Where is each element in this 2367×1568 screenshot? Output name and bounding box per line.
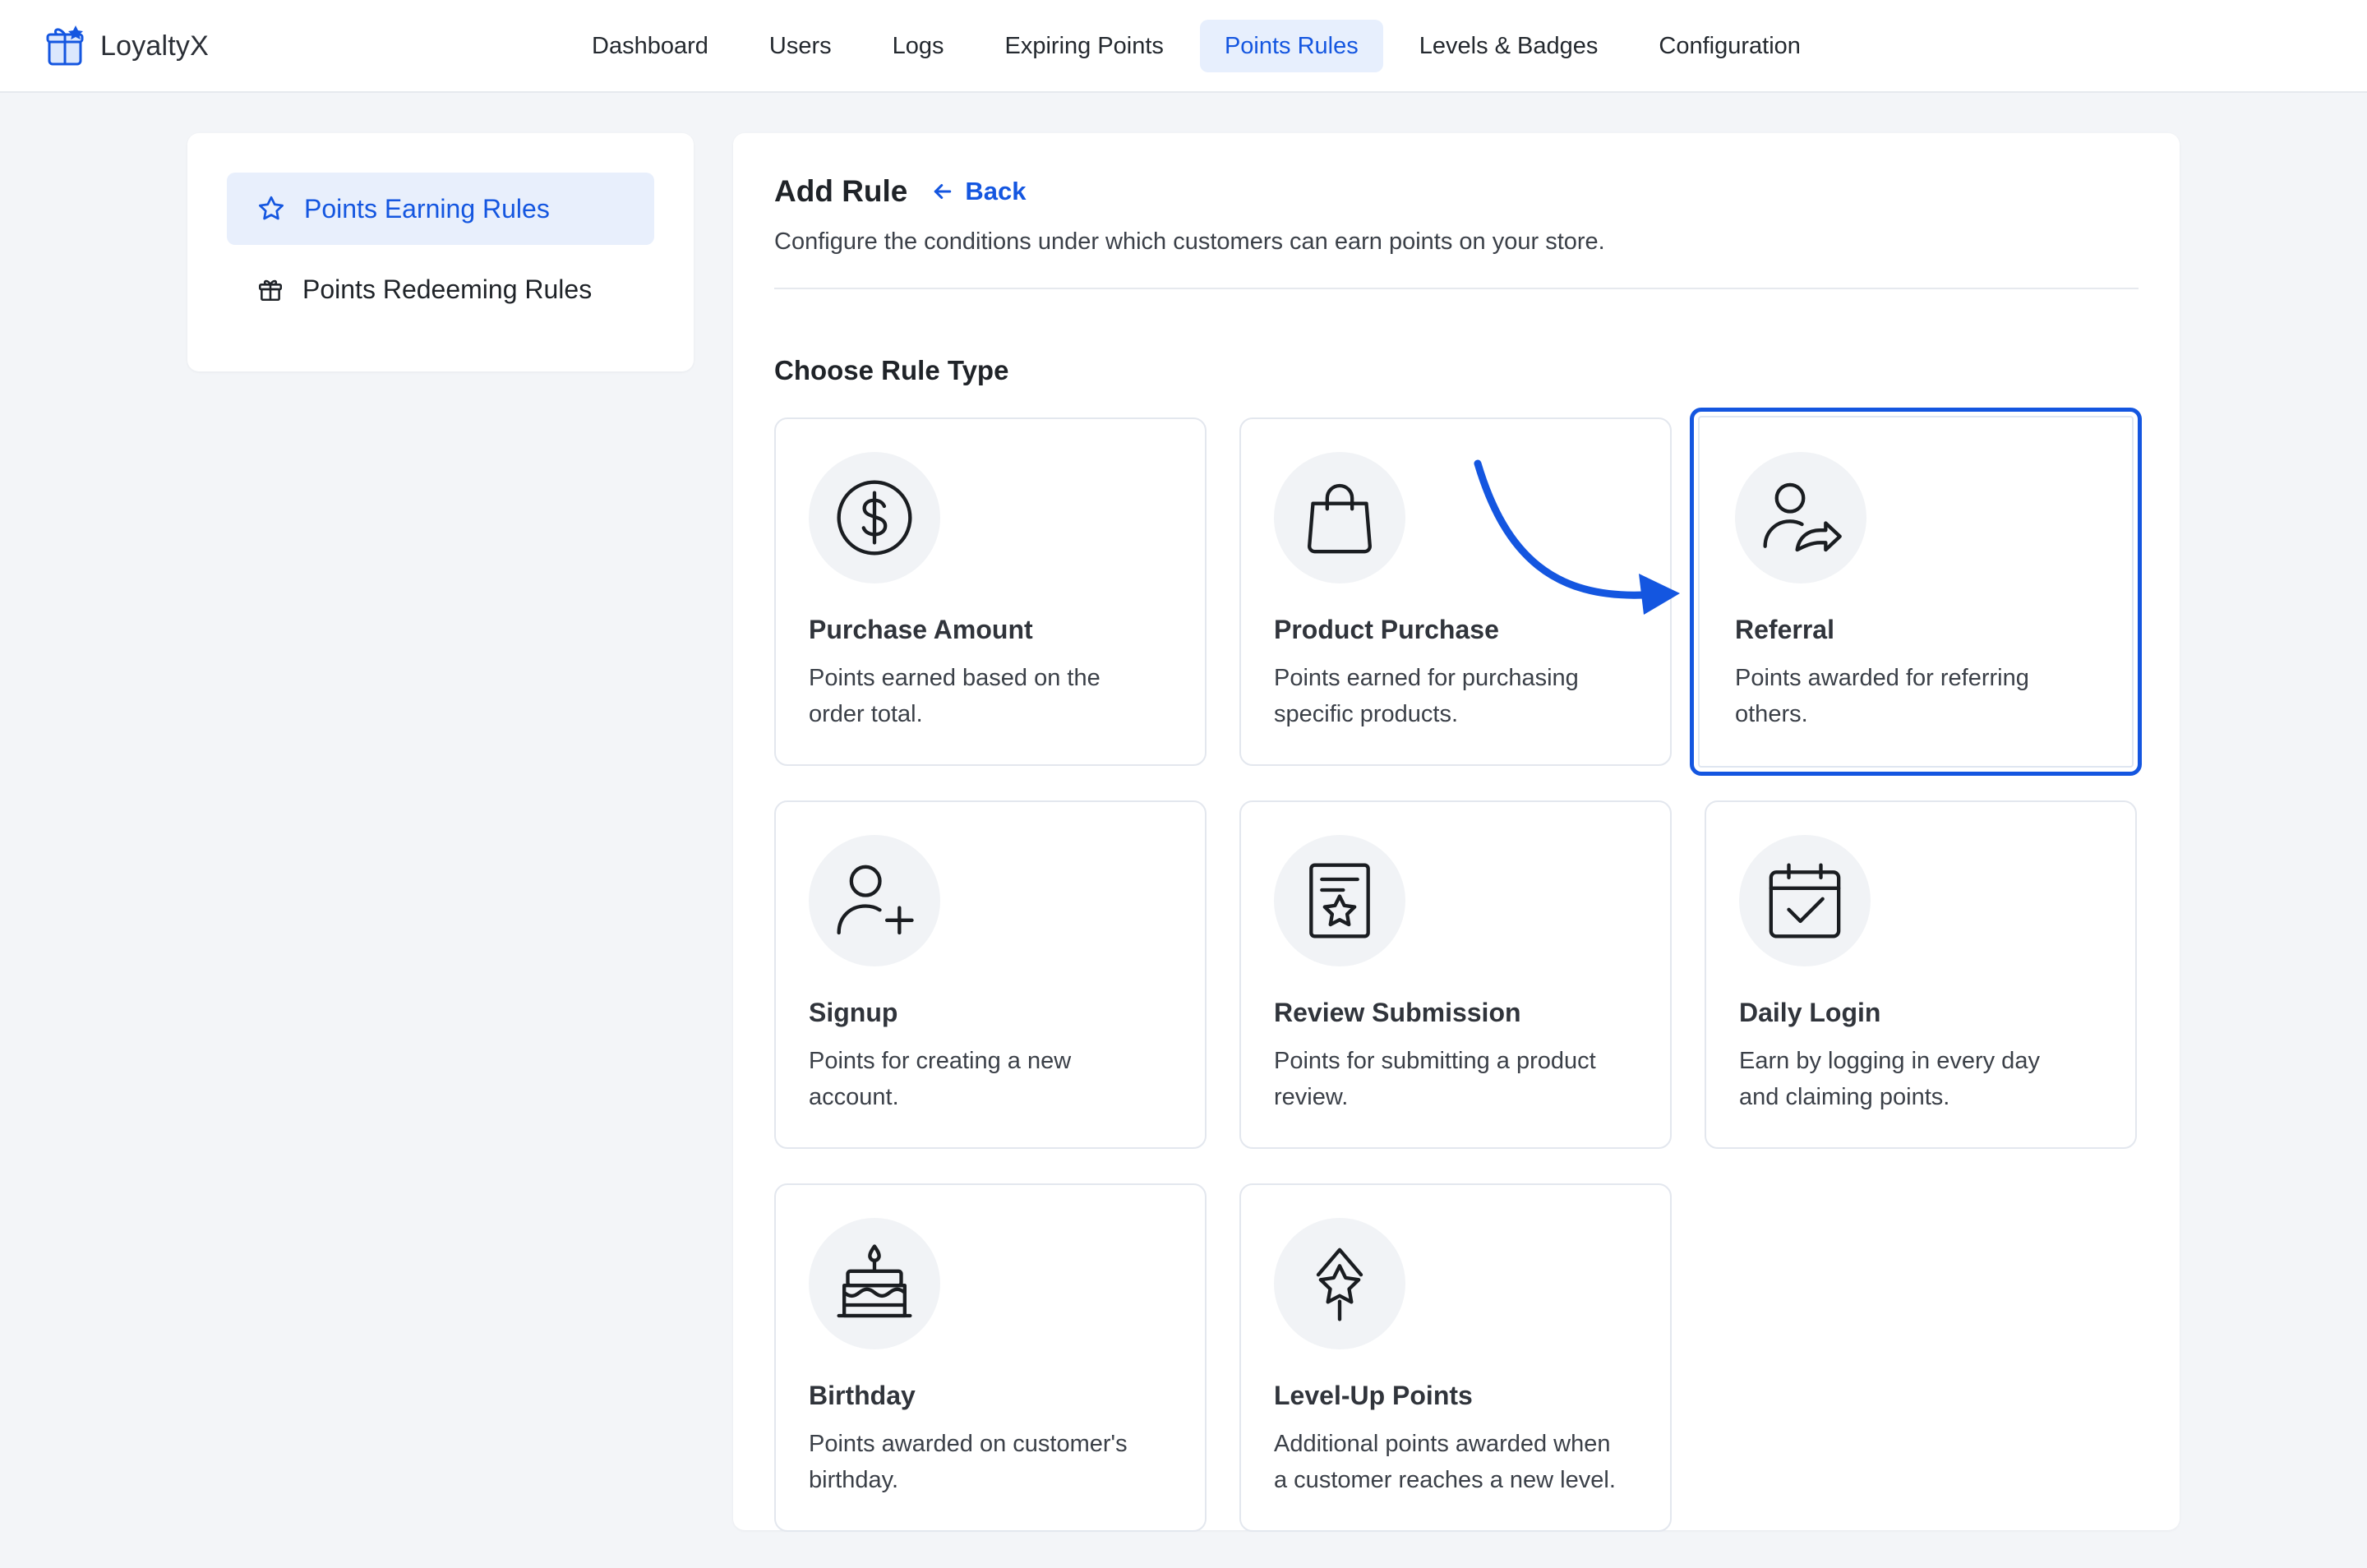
back-label: Back	[965, 177, 1027, 205]
review-star-icon	[1309, 863, 1370, 938]
rule-card-description: Earn by logging in every day and claimin…	[1739, 1048, 2040, 1110]
star-icon	[259, 196, 284, 220]
gift-logo-icon	[46, 25, 84, 66]
rule-card-title: Review Submission	[1274, 998, 1521, 1027]
panel-header: Add Rule Back Configure the conditions u…	[774, 171, 2139, 256]
gift-icon	[258, 279, 283, 302]
section-title: Choose Rule Type	[774, 355, 1009, 385]
sidebar-item-label: Points Earning Rules	[304, 193, 550, 224]
nav-users[interactable]: Users	[745, 20, 856, 72]
sidebar-item-label: Points Redeeming Rules	[302, 274, 593, 304]
icon-badge	[809, 1218, 940, 1349]
level-up-star-icon	[1316, 1247, 1363, 1321]
nav-points-rules[interactable]: Points Rules	[1199, 20, 1383, 72]
nav-expiring-points[interactable]: Expiring Points	[980, 20, 1188, 72]
icon-badge	[809, 835, 940, 966]
rule-card-description: Points earned based on the order total.	[809, 665, 1100, 727]
brand-name: LoyaltyX	[100, 30, 210, 62]
rule-card-description: Points earned for purchasing specific pr…	[1274, 665, 1579, 727]
nav-levels-badges[interactable]: Levels & Badges	[1395, 20, 1623, 72]
rule-card-description: Additional points awarded when a custome…	[1274, 1431, 1616, 1493]
top-navigation-bar: LoyaltyX Dashboard Users Logs Expiring P…	[0, 0, 2367, 93]
rule-card-title: Purchase Amount	[809, 615, 1033, 644]
sidebar-item-points-redeeming-rules[interactable]: Points Redeeming Rules	[227, 253, 654, 325]
rule-card-title: Signup	[809, 998, 898, 1027]
rule-card-title: Referral	[1735, 615, 1834, 644]
birthday-cake-icon	[837, 1244, 912, 1318]
user-plus-icon	[837, 865, 914, 935]
rule-card-referral[interactable]: Referral Points awarded for referring ot…	[1690, 408, 2142, 776]
shopping-bag-icon	[1308, 483, 1372, 554]
main-nav: Dashboard Users Logs Expiring Points Poi…	[567, 20, 1825, 72]
rule-card-title: Product Purchase	[1274, 615, 1499, 644]
rules-sidebar: Points Earning Rules Points Redeeming Ru…	[187, 133, 694, 371]
rule-card-purchase-amount[interactable]: Purchase Amount Points earned based on t…	[774, 417, 1207, 766]
calendar-check-icon	[1769, 863, 1841, 938]
icon-badge	[1274, 835, 1405, 966]
rule-card-daily-login[interactable]: Daily Login Earn by logging in every day…	[1705, 800, 2137, 1149]
rule-card-title: Level-Up Points	[1274, 1381, 1473, 1410]
nav-logs[interactable]: Logs	[868, 20, 969, 72]
sidebar-item-points-earning-rules[interactable]: Points Earning Rules	[227, 173, 654, 245]
icon-badge	[1739, 835, 1871, 966]
rule-card-birthday[interactable]: Birthday Points awarded on customer's bi…	[774, 1183, 1207, 1532]
nav-dashboard[interactable]: Dashboard	[567, 20, 733, 72]
dollar-circle-icon	[837, 480, 912, 556]
rule-card-signup[interactable]: Signup Points for creating a new account…	[774, 800, 1207, 1149]
rule-card-description: Points awarded on customer's birthday.	[809, 1431, 1128, 1493]
page-subtitle: Configure the conditions under which cus…	[774, 228, 1605, 255]
rule-card-description: Points awarded for referring others.	[1735, 665, 2029, 727]
icon-badge	[809, 452, 940, 583]
brand[interactable]: LoyaltyX	[46, 23, 209, 69]
icon-badge	[1274, 1218, 1405, 1349]
user-share-icon	[1763, 482, 1842, 552]
rule-card-review-submission[interactable]: Review Submission Points for submitting …	[1239, 800, 1672, 1149]
rule-card-title: Daily Login	[1739, 998, 1881, 1027]
icon-badge	[1735, 452, 1866, 583]
rule-card-description: Points for submitting a product review.	[1274, 1048, 1596, 1110]
rule-type-grid: Purchase Amount Points earned based on t…	[774, 408, 2142, 1568]
rule-card-description: Points for creating a new account.	[809, 1048, 1072, 1110]
header-divider	[774, 288, 2139, 289]
arrow-left-icon	[934, 184, 952, 199]
rule-card-product-purchase[interactable]: Product Purchase Points earned for purch…	[1239, 417, 1672, 766]
back-link[interactable]: Back	[930, 177, 1027, 206]
rule-card-level-up-points[interactable]: Level-Up Points Additional points awarde…	[1239, 1183, 1672, 1532]
icon-badge	[1274, 452, 1405, 583]
rule-card-title: Birthday	[809, 1381, 916, 1410]
nav-configuration[interactable]: Configuration	[1634, 20, 1825, 72]
add-rule-panel: Add Rule Back Configure the conditions u…	[733, 133, 2180, 1532]
page-title: Add Rule	[774, 174, 908, 208]
